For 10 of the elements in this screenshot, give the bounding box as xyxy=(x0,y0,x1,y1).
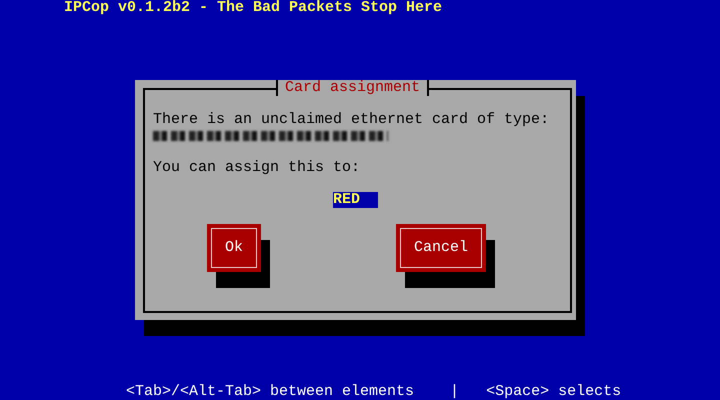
list-item[interactable]: RED xyxy=(333,192,378,208)
message-text: There is an unclaimed ethernet card of type: xyxy=(153,112,550,128)
cancel-button[interactable]: Cancel xyxy=(396,224,486,272)
app-title: IPCop v0.1.2b2 - The Bad Packets Stop Here xyxy=(64,0,442,16)
prompt-text: You can assign this to: xyxy=(153,160,362,176)
ok-button[interactable]: Ok xyxy=(207,224,261,272)
dialog-title: Card assignment xyxy=(276,80,430,96)
status-hint: <Space> selects xyxy=(486,384,622,400)
status-separator: | xyxy=(450,384,460,400)
status-hint: <Tab>/<Alt-Tab> between elements xyxy=(126,384,414,400)
